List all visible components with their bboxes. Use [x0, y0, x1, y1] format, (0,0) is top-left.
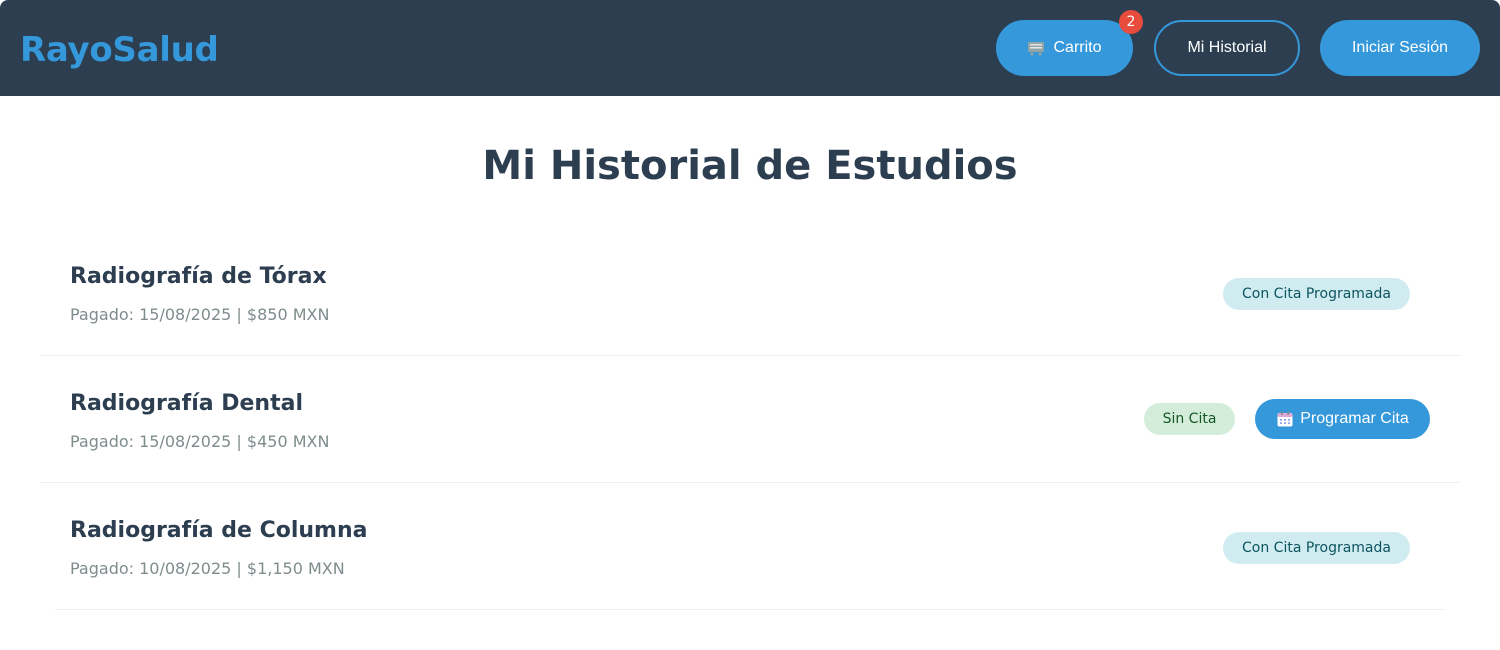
row-divider	[55, 609, 1445, 610]
status-badge-scheduled: Con Cita Programada	[1223, 278, 1410, 310]
top-navbar: RayoSalud Carrito 2 Mi Historial Iniciar…	[0, 0, 1500, 96]
history-button[interactable]: Mi Historial	[1154, 20, 1300, 76]
row-divider	[40, 482, 1460, 483]
study-name: Radiografía de Columna	[70, 518, 368, 543]
study-name: Radiografía de Tórax	[70, 264, 327, 289]
cart-count-badge: 2	[1119, 10, 1143, 34]
schedule-appointment-button[interactable]: Programar Cita	[1255, 399, 1430, 439]
calendar-icon	[1276, 410, 1294, 428]
study-name: Radiografía Dental	[70, 391, 303, 416]
row-divider	[40, 355, 1460, 356]
status-badge-unscheduled: Sin Cita	[1144, 403, 1235, 435]
cart-icon	[1027, 40, 1045, 56]
study-payment-info: Pagado: 15/08/2025 | $450 MXN	[70, 432, 330, 451]
page-title: Mi Historial de Estudios	[482, 143, 1018, 189]
status-badge-scheduled: Con Cita Programada	[1223, 532, 1410, 564]
schedule-appointment-label: Programar Cita	[1300, 410, 1409, 427]
study-payment-info: Pagado: 15/08/2025 | $850 MXN	[70, 305, 330, 324]
study-payment-info: Pagado: 10/08/2025 | $1,150 MXN	[70, 559, 345, 578]
cart-button[interactable]: Carrito	[996, 20, 1133, 76]
login-button[interactable]: Iniciar Sesión	[1320, 20, 1480, 76]
logo[interactable]: RayoSalud	[20, 30, 219, 70]
cart-label: Carrito	[1053, 39, 1102, 56]
